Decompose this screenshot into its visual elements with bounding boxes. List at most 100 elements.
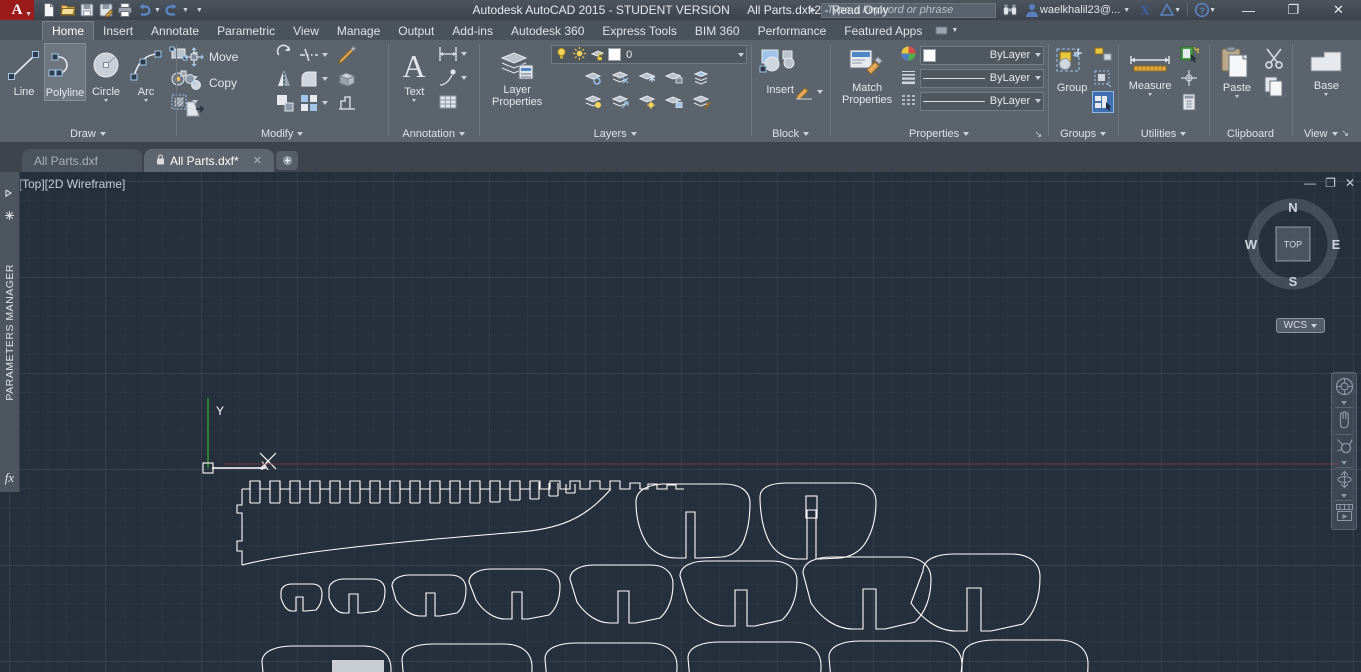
orbit-dropdown-icon[interactable]: [1341, 494, 1347, 498]
layer-on-all-icon[interactable]: [583, 91, 605, 113]
linetype-select[interactable]: ByLayer: [920, 68, 1045, 88]
move-button[interactable]: Move: [180, 44, 272, 69]
cut-scissors-icon[interactable]: [1261, 45, 1287, 71]
color-wheel-icon[interactable]: [900, 45, 917, 65]
drawing-close-button[interactable]: ✕: [1345, 176, 1355, 190]
panel-caption-modify[interactable]: Modify: [176, 125, 388, 142]
tab-manage[interactable]: Manage: [328, 21, 389, 40]
measure-dropdown-icon[interactable]: [1148, 92, 1153, 96]
calculator-icon[interactable]: [1178, 91, 1200, 113]
match-properties-button[interactable]: Match Properties: [834, 43, 900, 106]
orbit-icon[interactable]: [1335, 470, 1354, 492]
zoom-icon[interactable]: [1335, 437, 1354, 459]
panel-caption-layers[interactable]: Layers: [479, 125, 751, 142]
chevron-down-icon[interactable]: [459, 131, 465, 136]
rotate-icon[interactable]: [274, 44, 296, 66]
chevron-down-icon[interactable]: [630, 131, 637, 136]
search-binoculars-icon[interactable]: [1002, 2, 1018, 18]
pan-hand-icon[interactable]: [1335, 410, 1354, 432]
plot-icon[interactable]: [117, 2, 133, 18]
layer-unlock-icon[interactable]: [590, 46, 605, 64]
show-motion-icon[interactable]: [1335, 503, 1354, 525]
autodesk-360-icon[interactable]: [1159, 2, 1175, 18]
layer-change-to-current-icon[interactable]: [691, 91, 713, 113]
panel-caption-draw[interactable]: Draw: [0, 125, 176, 142]
search-input[interactable]: Type a keyword or phrase: [820, 2, 996, 18]
erase-brush-icon[interactable]: [336, 44, 358, 66]
linetype-dashed-icon[interactable]: [900, 91, 917, 111]
chevron-down-icon[interactable]: ▼: [951, 27, 958, 34]
close-button[interactable]: ✕: [1316, 0, 1361, 20]
layer-thaw-icon[interactable]: [572, 46, 587, 64]
chevron-down-icon[interactable]: [1100, 131, 1107, 136]
trim-dropdown-icon[interactable]: [322, 53, 328, 57]
table-icon[interactable]: [437, 91, 459, 113]
steering-wheel-icon[interactable]: [1335, 377, 1354, 399]
base-dropdown-icon[interactable]: [1324, 92, 1329, 96]
group-edit-icon[interactable]: [1092, 67, 1114, 89]
array-dropdown-icon[interactable]: [322, 101, 328, 105]
parameters-manager-palette[interactable]: PARAMETERS MANAGER fx: [0, 172, 20, 492]
tab-annotate[interactable]: Annotate: [142, 21, 208, 40]
leader-dropdown-icon[interactable]: [461, 76, 468, 80]
paste-dropdown-icon[interactable]: [1234, 94, 1239, 98]
color-select[interactable]: ByLayer: [920, 45, 1045, 65]
save-icon[interactable]: [79, 2, 95, 18]
tab-output[interactable]: Output: [389, 21, 443, 40]
new-icon[interactable]: [41, 2, 57, 18]
text-dropdown-icon[interactable]: [412, 98, 417, 102]
open-icon[interactable]: [60, 2, 76, 18]
fx-icon[interactable]: fx: [5, 470, 14, 486]
stretch-button[interactable]: [180, 96, 272, 121]
infocenter-expand-icon[interactable]: ▶: [811, 6, 816, 14]
group-selection-on-icon[interactable]: [1092, 91, 1115, 113]
fillet-icon[interactable]: [298, 68, 320, 90]
qat-customize-icon[interactable]: ▼: [196, 7, 203, 14]
chevron-down-icon[interactable]: [803, 131, 810, 136]
layer-unlock-all-icon[interactable]: [664, 91, 686, 113]
trim-icon[interactable]: [298, 44, 320, 66]
undo-dropdown-icon[interactable]: ▼: [154, 7, 161, 14]
circle-dropdown-icon[interactable]: [104, 98, 108, 102]
chevron-down-icon[interactable]: [99, 131, 106, 136]
panel-caption-clipboard[interactable]: Clipboard: [1209, 125, 1292, 142]
navigation-bar[interactable]: [1331, 372, 1357, 530]
edit-block-icon[interactable]: [793, 81, 815, 103]
mirror-icon[interactable]: [274, 68, 296, 90]
3d-array-icon[interactable]: [336, 68, 358, 90]
application-menu-button[interactable]: A ▼: [0, 0, 34, 20]
zoom-dropdown-icon[interactable]: [1341, 461, 1347, 465]
undo-icon[interactable]: [136, 2, 152, 18]
chevron-down-icon[interactable]: [297, 131, 304, 136]
layer-select[interactable]: 0: [551, 45, 748, 64]
panel-caption-view[interactable]: View ↘: [1292, 125, 1361, 142]
drawing-restore-button[interactable]: ❐: [1325, 176, 1336, 190]
line-button[interactable]: Line: [4, 43, 44, 99]
panel-caption-block[interactable]: Block: [751, 125, 830, 142]
base-button[interactable]: Base: [1302, 43, 1350, 96]
chevron-down-icon[interactable]: [1180, 131, 1187, 136]
lineweight-select[interactable]: ByLayer: [920, 91, 1045, 111]
panel-caption-annotation[interactable]: Annotation: [388, 125, 479, 142]
panel-caption-utilities[interactable]: Utilities: [1118, 125, 1209, 142]
color-dropdown-icon[interactable]: [1035, 53, 1042, 57]
linetype-dropdown-icon[interactable]: [1035, 76, 1042, 80]
paste-button[interactable]: Paste: [1213, 43, 1261, 98]
minimize-button[interactable]: —: [1226, 0, 1271, 20]
layer-thaw-all-icon[interactable]: [637, 91, 659, 113]
tab-parametric[interactable]: Parametric: [208, 21, 284, 40]
command-line-stub[interactable]: [332, 660, 384, 672]
point-style-icon[interactable]: [1178, 67, 1200, 89]
tab-express-tools[interactable]: Express Tools: [593, 21, 685, 40]
properties-dialog-launcher[interactable]: ↘: [1035, 129, 1043, 140]
leader-icon[interactable]: [437, 67, 459, 89]
help-icon[interactable]: ?: [1194, 2, 1210, 18]
chevron-down-icon[interactable]: [1311, 323, 1317, 328]
tab-insert[interactable]: Insert: [94, 21, 142, 40]
exchange-apps-icon[interactable]: X: [1137, 2, 1153, 19]
palette-autohide-icon[interactable]: [4, 188, 15, 202]
block-dropdown-icon[interactable]: [817, 90, 824, 94]
redo-icon[interactable]: [164, 2, 180, 18]
view-dialog-launcher[interactable]: ↘: [1342, 128, 1350, 139]
dimension-icon[interactable]: [437, 43, 459, 65]
